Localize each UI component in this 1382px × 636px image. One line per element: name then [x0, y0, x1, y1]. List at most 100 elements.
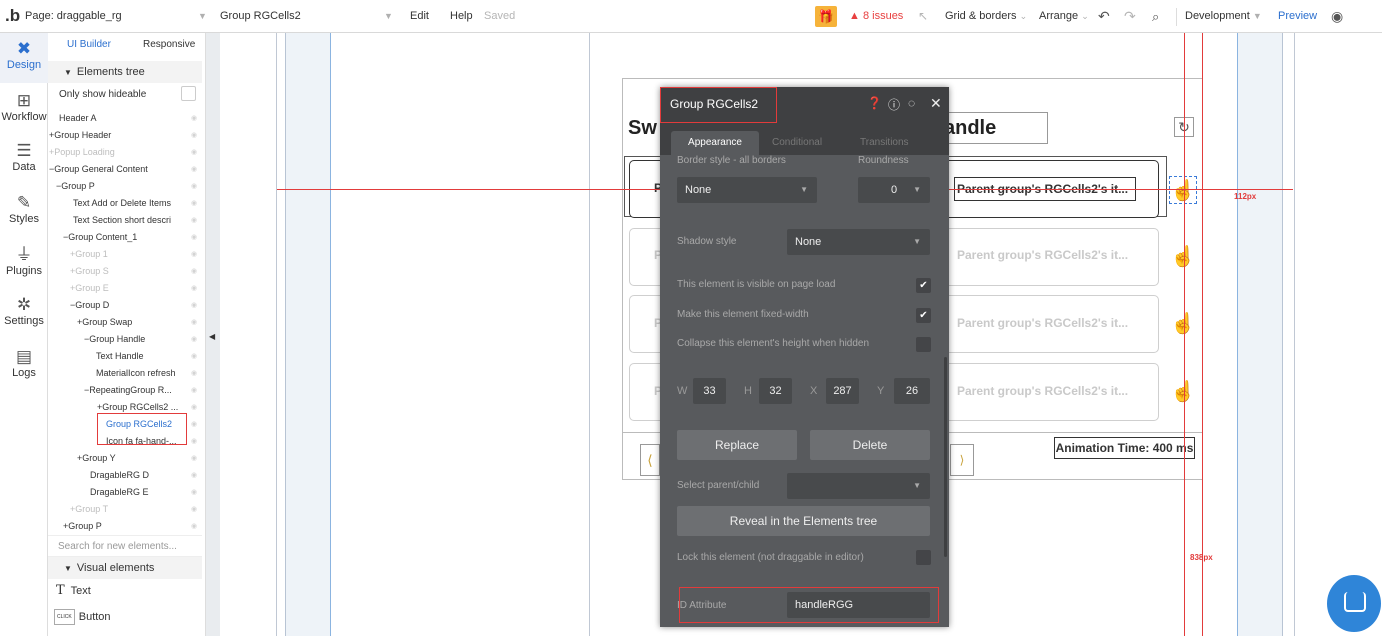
tree-item[interactable]: Text Handle	[96, 350, 144, 362]
issues-button[interactable]: ▲ 8 issues	[849, 0, 903, 33]
eye-icon[interactable]: ◉	[191, 284, 197, 292]
tab-responsive[interactable]: Responsive	[143, 39, 195, 50]
eye-icon[interactable]: ◉	[191, 216, 197, 224]
x-input[interactable]: 287	[826, 378, 859, 404]
visual-elements-header[interactable]: ▼ Visual elements	[48, 557, 202, 579]
parent-child-select[interactable]: ▼	[787, 473, 930, 499]
eye-icon[interactable]: ◉	[191, 471, 197, 479]
roundness-select[interactable]: 0 ▼	[858, 177, 930, 203]
hand-icon[interactable]: ☝	[1169, 378, 1197, 406]
tree-item[interactable]: −Group D	[70, 299, 109, 311]
delete-button[interactable]: Delete	[810, 430, 930, 460]
nav-plugins[interactable]: ⏚ Plugins	[0, 245, 48, 277]
tree-item[interactable]: −RepeatingGroup R...	[84, 384, 172, 396]
eye-icon[interactable]: ◉	[191, 267, 197, 275]
tree-item[interactable]: Text Add or Delete Items	[73, 197, 171, 209]
visual-item-text[interactable]: T Text	[56, 584, 91, 597]
fixed-width-checkbox[interactable]: ✔	[916, 308, 931, 323]
eye-icon[interactable]: ◉	[191, 454, 197, 462]
eye-icon[interactable]: ◉	[191, 488, 197, 496]
gift-icon[interactable]: 🎁	[815, 6, 837, 27]
info-icon[interactable]: ⓘ	[888, 96, 900, 113]
nav-styles[interactable]: ✎ Styles	[0, 193, 48, 225]
height-input[interactable]: 32	[759, 378, 792, 404]
close-icon[interactable]: ✕	[930, 95, 942, 112]
tree-item[interactable]: +Group 1	[70, 248, 108, 260]
eye-icon[interactable]: ◉	[191, 114, 197, 122]
redo-icon[interactable]: ↷	[1124, 0, 1136, 33]
only-show-hideable-checkbox[interactable]	[181, 86, 196, 101]
tree-item[interactable]: +Group E	[70, 282, 109, 294]
eye-icon[interactable]: ◉	[191, 505, 197, 513]
help-menu[interactable]: Help	[450, 0, 473, 33]
comment-icon[interactable]: ◌	[908, 96, 915, 110]
pointer-icon[interactable]: ↖	[918, 0, 928, 33]
eye-icon[interactable]: ◉	[191, 301, 197, 309]
eye-icon[interactable]: ◉	[191, 335, 197, 343]
undo-icon[interactable]: ↶	[1098, 0, 1110, 33]
tab-appearance[interactable]: Appearance	[671, 131, 759, 155]
edit-menu[interactable]: Edit	[410, 0, 429, 33]
tree-item[interactable]: +Group T	[70, 503, 108, 515]
eye-icon[interactable]: ◉	[191, 182, 197, 190]
search-elements-input[interactable]: Search for new elements...	[48, 535, 202, 557]
eye-icon[interactable]: ◉	[191, 318, 197, 326]
tree-item[interactable]: Header A	[59, 112, 97, 124]
element-selector[interactable]: Group RGCells2	[220, 0, 301, 33]
visual-item-button[interactable]: CLICK Button	[54, 609, 111, 625]
development-selector[interactable]: Development ▼	[1185, 0, 1262, 33]
tab-transitions[interactable]: Transitions	[860, 131, 909, 155]
help-icon[interactable]: ❓	[867, 96, 882, 110]
page-selector[interactable]: Page: draggable_rg	[25, 0, 122, 33]
tree-item[interactable]: DragableRG D	[90, 469, 149, 481]
width-input[interactable]: 33	[693, 378, 726, 404]
border-style-select[interactable]: None ▼	[677, 177, 817, 203]
tree-item[interactable]: −Group P	[56, 180, 95, 192]
eye-icon[interactable]: ◉	[191, 233, 197, 241]
hand-icon[interactable]: ☝	[1169, 176, 1197, 204]
tree-item[interactable]: −Group Handle	[84, 333, 145, 345]
eye-icon[interactable]: ◉	[191, 250, 197, 258]
tree-item[interactable]: Text Section short descri	[73, 214, 171, 226]
eye-icon[interactable]: ◉	[191, 403, 197, 411]
tree-item[interactable]: −Group Content_1	[63, 231, 137, 243]
eye-icon[interactable]: ◉	[191, 131, 197, 139]
collapse-height-checkbox[interactable]	[916, 337, 931, 352]
tree-item[interactable]: MaterialIcon refresh	[96, 367, 176, 379]
tree-item[interactable]: +Group RGCells2 ...	[97, 401, 178, 413]
replace-button[interactable]: Replace	[677, 430, 797, 460]
eye-icon[interactable]: ◉	[191, 352, 197, 360]
lock-element-checkbox[interactable]	[916, 550, 931, 565]
tree-item[interactable]: +Group Swap	[77, 316, 132, 328]
eye-icon[interactable]: ◉	[191, 165, 197, 173]
shadow-style-select[interactable]: None ▼	[787, 229, 930, 255]
nav-design[interactable]: ✖ Design	[0, 33, 48, 83]
nav-logs[interactable]: ▤ Logs	[0, 347, 48, 379]
eye-icon[interactable]: ◉	[191, 386, 197, 394]
grid-borders-menu[interactable]: Grid & borders ⌄	[945, 0, 1027, 33]
tree-item[interactable]: +Group Header	[49, 129, 111, 141]
tab-ui-builder[interactable]: UI Builder	[67, 39, 111, 50]
collapse-panel-icon[interactable]: ◀	[209, 332, 215, 341]
eye-icon[interactable]: ◉	[191, 199, 197, 207]
tree-item[interactable]: +Group S	[70, 265, 109, 277]
visible-on-load-checkbox[interactable]: ✔	[916, 278, 931, 293]
icon-bottom[interactable]: ⟩	[950, 444, 974, 476]
tab-conditional[interactable]: Conditional	[772, 131, 822, 155]
y-input[interactable]: 26	[894, 378, 930, 404]
eye-icon[interactable]: ◉	[191, 369, 197, 377]
nav-workflow[interactable]: ⊞ Workflow	[0, 91, 48, 123]
tree-item[interactable]: +Popup Loading	[49, 146, 115, 158]
eye-icon[interactable]: ◉	[191, 437, 197, 445]
elements-tree-header[interactable]: ▼ Elements tree	[48, 61, 202, 83]
help-chat-bubble[interactable]	[1327, 575, 1381, 632]
hand-icon[interactable]: ☝	[1169, 243, 1197, 271]
arrange-menu[interactable]: Arrange ⌄	[1039, 0, 1089, 33]
icon-left-bottom[interactable]: ⟨	[640, 444, 660, 476]
hand-icon[interactable]: ☝	[1169, 310, 1197, 338]
eye-icon[interactable]: ◉	[191, 420, 197, 428]
nav-data[interactable]: ☰ Data	[0, 141, 48, 173]
tree-item[interactable]: DragableRG E	[90, 486, 149, 498]
tree-item[interactable]: −Group General Content	[49, 163, 148, 175]
reveal-in-tree-button[interactable]: Reveal in the Elements tree	[677, 506, 930, 536]
